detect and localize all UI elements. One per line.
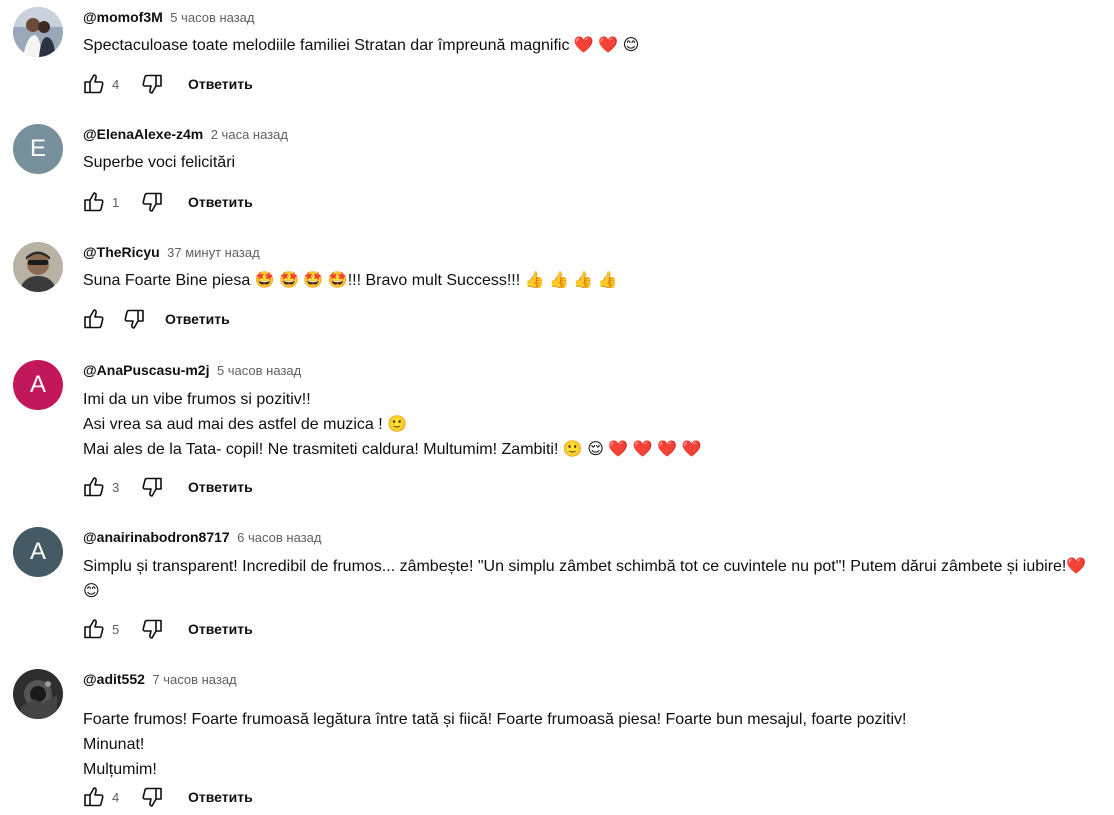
thumbs-up-icon [84,477,104,497]
comment-header: @ElenaAlexe-z4m 2 часа назад [83,124,1106,144]
comment-time[interactable]: 37 минут назад [167,245,260,260]
comment-time[interactable]: 6 часов назад [237,530,321,545]
comment-author[interactable]: @ElenaAlexe-z4m [83,126,203,142]
comment-actions: 4 Ответить [80,70,253,98]
comment-time[interactable]: 7 часов назад [152,672,236,687]
thumbs-down-icon [142,477,162,497]
comment-actions: 3 Ответить [80,473,253,501]
comment-text: Superbe voci felicitări [83,154,236,171]
dislike-button[interactable] [138,70,166,98]
comment-text: Simplu și transparent! Incredibil de fru… [83,558,1087,600]
comment-actions: 1 Ответить [80,188,253,216]
thumbs-up-icon [84,74,104,94]
comment-text: Spectaculoase toate melodiile familiei S… [83,37,640,54]
like-button[interactable] [80,615,108,643]
reply-button[interactable]: Ответить [188,789,253,805]
comment-body: @AnaPuscasu-m2j 5 часов назад Imi da un … [83,360,1106,462]
dislike-button[interactable] [138,783,166,811]
dislike-button[interactable] [138,473,166,501]
reply-button[interactable]: Ответить [188,194,253,210]
comment-actions: 4 Ответить [80,783,253,811]
avatar[interactable] [13,7,63,57]
comment-text: Imi da un vibe frumos si pozitiv!! Asi v… [83,391,702,458]
like-button[interactable] [80,188,108,216]
comment-actions: Ответить [80,305,230,333]
avatar[interactable] [13,669,63,719]
like-count: 1 [112,194,120,210]
avatar[interactable]: A [13,527,63,577]
comment-author[interactable]: @TheRicyu [83,244,160,260]
comment-time[interactable]: 2 часа назад [211,127,288,142]
thumbs-up-icon [84,619,104,639]
comment-body: @ElenaAlexe-z4m 2 часа назад Superbe voc… [83,124,1106,175]
avatar-letter: A [29,371,46,398]
comment-author[interactable]: @anairinabodron8717 [83,529,230,545]
like-button[interactable] [80,783,108,811]
avatar-letter: E [29,135,46,162]
comment-header: @anairinabodron8717 6 часов назад [83,527,1106,547]
avatar-letter: A [29,538,46,565]
comment-body: @TheRicyu 37 минут назад Suna Foarte Bin… [83,242,1106,293]
avatar[interactable]: E [13,124,63,174]
like-button[interactable] [80,70,108,98]
comment-header: @TheRicyu 37 минут назад [83,242,1106,262]
thumbs-up-icon [84,309,104,329]
comment-body: @adit552 7 часов назад Foarte frumos! Fo… [83,669,1106,782]
like-button[interactable] [80,305,108,333]
thumbs-up-icon [84,192,104,212]
thumbs-down-icon [142,787,162,807]
avatar[interactable] [13,242,63,292]
dislike-button[interactable] [120,305,148,333]
dislike-button[interactable] [138,615,166,643]
avatar-photo-icon [13,669,63,719]
comment-text: Suna Foarte Bine piesa 🤩 🤩 🤩 🤩!!! Bravo … [83,272,618,289]
reply-button[interactable]: Ответить [165,311,230,327]
comment-actions: 5 Ответить [80,615,253,643]
reply-button[interactable]: Ответить [188,621,253,637]
comment-author[interactable]: @momof3M [83,9,163,25]
comment-time[interactable]: 5 часов назад [217,363,301,378]
reply-button[interactable]: Ответить [188,479,253,495]
thumbs-down-icon [124,309,144,329]
thumbs-up-icon [84,787,104,807]
avatar[interactable]: A [13,360,63,410]
comment-header: @adit552 7 часов назад [83,669,1106,689]
comment-time[interactable]: 5 часов назад [170,10,254,25]
comment-header: @AnaPuscasu-m2j 5 часов назад [83,360,1106,380]
comment-body: @momof3M 5 часов назад Spectaculoase toa… [83,7,1106,58]
like-count: 4 [112,76,120,92]
thumbs-down-icon [142,74,162,94]
thumbs-down-icon [142,192,162,212]
comment-author[interactable]: @AnaPuscasu-m2j [83,362,209,378]
like-button[interactable] [80,473,108,501]
comment-body: @anairinabodron8717 6 часов назад Simplu… [83,527,1106,604]
avatar-photo-icon [13,7,63,57]
comment-text: Foarte frumos! Foarte frumoasă legătura … [83,711,907,778]
like-count: 3 [112,479,120,495]
comment-header: @momof3M 5 часов назад [83,7,1106,27]
like-count: 4 [112,789,120,805]
like-count: 5 [112,621,120,637]
avatar-photo-icon [13,242,63,292]
dislike-button[interactable] [138,188,166,216]
thumbs-down-icon [142,619,162,639]
reply-button[interactable]: Ответить [188,76,253,92]
comment-author[interactable]: @adit552 [83,671,145,687]
